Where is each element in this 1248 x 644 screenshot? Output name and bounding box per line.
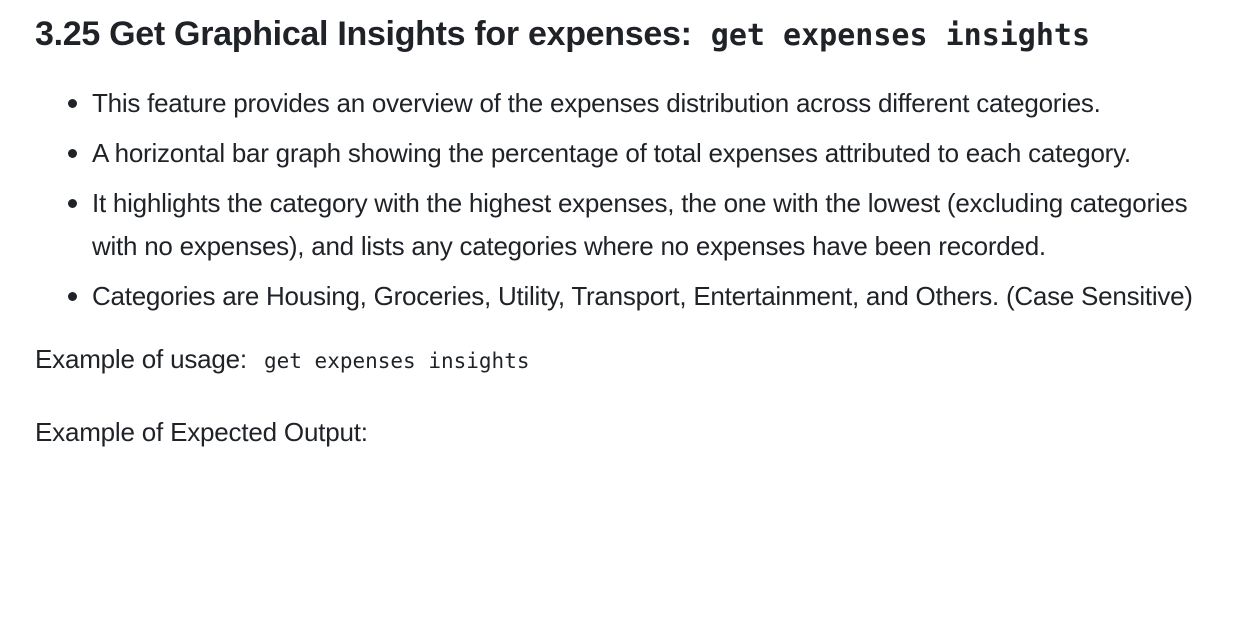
usage-paragraph: Example of usage: get expenses insights [35, 338, 1235, 383]
feature-item-highlights: It highlights the category with the high… [68, 182, 1235, 268]
expected-output-label: Example of Expected Output: [35, 417, 368, 447]
feature-item-bar-graph: A horizontal bar graph showing the perce… [68, 132, 1235, 175]
heading-text: 3.25 Get Graphical Insights for expenses… [35, 15, 692, 53]
usage-label: Example of usage: [35, 344, 247, 374]
feature-item-categories: Categories are Housing, Groceries, Utili… [68, 275, 1235, 318]
feature-item-overview: This feature provides an overview of the… [68, 82, 1235, 125]
section-heading: 3.25 Get Graphical Insights for expenses… [35, 10, 1235, 60]
heading-command-code: get expenses insights [710, 18, 1091, 53]
document-page: 3.25 Get Graphical Insights for expenses… [35, 10, 1235, 454]
feature-list: This feature provides an overview of the… [35, 82, 1235, 318]
usage-command-code: get expenses insights [263, 349, 530, 373]
